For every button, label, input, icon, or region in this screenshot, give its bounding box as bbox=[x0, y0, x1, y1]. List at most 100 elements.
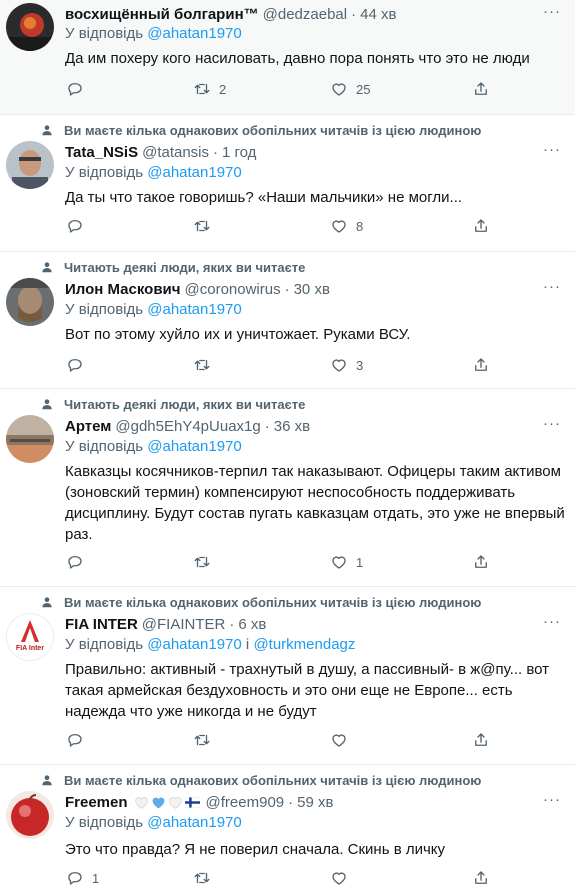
timestamp[interactable]: 1 год bbox=[222, 144, 256, 161]
like-button[interactable] bbox=[330, 869, 356, 887]
avatar[interactable] bbox=[6, 3, 54, 51]
separator-dot: · bbox=[229, 615, 235, 633]
timestamp[interactable]: 59 хв bbox=[297, 794, 333, 811]
like-button[interactable]: 25 bbox=[330, 80, 370, 98]
tweet[interactable]: восхищённый болгарин™ @dedzaebal · 44 хв… bbox=[0, 0, 575, 115]
reply-mention[interactable]: @ahatan1970 bbox=[147, 636, 241, 653]
reply-mention[interactable]: @ahatan1970 bbox=[147, 25, 241, 42]
reply-button[interactable]: 1 bbox=[66, 869, 99, 887]
share-button[interactable] bbox=[472, 217, 490, 235]
reply-mention[interactable]: @ahatan1970 bbox=[147, 438, 241, 455]
avatar[interactable] bbox=[6, 141, 54, 189]
retweet-button[interactable] bbox=[193, 217, 219, 235]
reply-icon bbox=[68, 734, 82, 747]
retweet-button[interactable] bbox=[193, 731, 219, 749]
handle[interactable]: @coronowirus bbox=[185, 281, 281, 298]
avatar[interactable]: FIA Inter bbox=[6, 613, 54, 661]
reply-button[interactable] bbox=[66, 731, 92, 749]
more-options-icon[interactable]: ··· bbox=[543, 415, 561, 432]
social-context: Читають деякі люди, яких ви читаєте bbox=[40, 258, 305, 276]
reply-prefix: У відповідь bbox=[65, 814, 144, 831]
reply-context: У відповідь @ahatan1970 bbox=[65, 301, 242, 318]
separator-dot: · bbox=[264, 417, 270, 435]
tweet[interactable]: Читають деякі люди, яких ви читаєте Арте… bbox=[0, 389, 575, 587]
share-button[interactable] bbox=[472, 869, 490, 887]
share-button[interactable] bbox=[472, 553, 490, 571]
reply-prefix: У відповідь bbox=[65, 438, 144, 455]
avatar[interactable] bbox=[6, 415, 54, 463]
separator-dot: · bbox=[288, 793, 294, 811]
separator-dot: · bbox=[351, 5, 357, 23]
display-name[interactable]: восхищённый болгарин™ bbox=[65, 6, 259, 23]
display-name[interactable]: Tata_NSiS bbox=[65, 144, 138, 161]
reply-context: У відповідь @ahatan1970 bbox=[65, 438, 242, 455]
handle[interactable]: @dedzaebal bbox=[263, 6, 347, 23]
heart-icon bbox=[332, 83, 346, 96]
like-count: 1 bbox=[356, 554, 364, 570]
timestamp[interactable]: 6 хв bbox=[238, 616, 266, 633]
share-button[interactable] bbox=[472, 80, 490, 98]
reply-prefix: У відповідь bbox=[65, 301, 144, 318]
social-context-text: Ви маєте кілька однакових обопільних чит… bbox=[64, 594, 482, 610]
social-context-text: Читають деякі люди, яких ви читаєте bbox=[64, 396, 306, 412]
like-count: 25 bbox=[356, 81, 371, 97]
more-options-icon[interactable]: ··· bbox=[543, 141, 561, 158]
display-name[interactable]: Freemen bbox=[65, 794, 128, 811]
timestamp[interactable]: 30 хв bbox=[294, 281, 330, 298]
like-button[interactable]: 8 bbox=[330, 217, 363, 235]
reply-button[interactable] bbox=[66, 356, 92, 374]
handle[interactable]: @tatansis bbox=[142, 144, 209, 161]
tweet-header: FIA INTER @FIAINTER · 6 хв bbox=[65, 613, 266, 635]
separator-dot: · bbox=[213, 143, 219, 161]
tweet-header: восхищённый болгарин™ @dedzaebal · 44 хв bbox=[65, 3, 396, 25]
handle[interactable]: @freem909 bbox=[206, 794, 285, 811]
tweet[interactable]: Ви маєте кілька однакових обопільних чит… bbox=[0, 765, 575, 887]
display-name[interactable]: Илон Маскович bbox=[65, 281, 181, 298]
retweet-button[interactable] bbox=[193, 869, 219, 887]
more-options-icon[interactable]: ··· bbox=[543, 791, 561, 808]
retweet-icon bbox=[194, 734, 210, 746]
reply-context: У відповідь @ahatan1970 bbox=[65, 814, 242, 831]
heart-icon bbox=[332, 220, 346, 233]
reply-button[interactable] bbox=[66, 217, 92, 235]
finland-flag-icon bbox=[184, 796, 200, 808]
reply-mention[interactable]: @turkmendagz bbox=[253, 636, 355, 653]
timestamp[interactable]: 44 хв bbox=[360, 6, 396, 23]
more-options-icon[interactable]: ··· bbox=[543, 278, 561, 295]
reply-button[interactable] bbox=[66, 80, 92, 98]
share-button[interactable] bbox=[472, 731, 490, 749]
share-icon bbox=[475, 871, 487, 884]
timestamp[interactable]: 36 хв bbox=[274, 418, 310, 435]
tweet-text: Правильно: активный - трахнутый в душу, … bbox=[65, 661, 549, 720]
retweet-button[interactable]: 2 bbox=[193, 80, 226, 98]
reply-mention[interactable]: @ahatan1970 bbox=[147, 814, 241, 831]
share-icon bbox=[475, 82, 487, 95]
share-button[interactable] bbox=[472, 356, 490, 374]
like-button[interactable] bbox=[330, 731, 356, 749]
like-count: 3 bbox=[356, 357, 364, 373]
display-name[interactable]: Артем bbox=[65, 418, 111, 435]
tweet[interactable]: Ви маєте кілька однакових обопільних чит… bbox=[0, 587, 575, 765]
avatar[interactable] bbox=[6, 791, 54, 839]
more-options-icon[interactable]: ··· bbox=[543, 3, 561, 20]
handle[interactable]: @FIAINTER bbox=[142, 616, 226, 633]
reply-mention[interactable]: @ahatan1970 bbox=[147, 164, 241, 181]
avatar[interactable] bbox=[6, 278, 54, 326]
tweet-text: Это что правда? Я не поверил сначала. Ск… bbox=[65, 841, 446, 858]
tweet-header: Илон Маскович @coronowirus · 30 хв bbox=[65, 278, 330, 300]
handle[interactable]: @gdh5EhY4pUuax1g bbox=[115, 418, 260, 435]
person-icon bbox=[42, 399, 52, 410]
reply-mention[interactable]: @ahatan1970 bbox=[147, 301, 241, 318]
tweet[interactable]: Читають деякі люди, яких ви читаєте Илон… bbox=[0, 252, 575, 389]
display-name[interactable]: FIA INTER bbox=[65, 616, 138, 633]
reply-icon bbox=[68, 220, 82, 233]
like-button[interactable]: 3 bbox=[330, 356, 363, 374]
reply-prefix: У відповідь bbox=[65, 164, 144, 181]
tweet[interactable]: Ви маєте кілька однакових обопільних чит… bbox=[0, 115, 575, 252]
more-options-icon[interactable]: ··· bbox=[543, 613, 561, 630]
like-button[interactable]: 1 bbox=[330, 553, 363, 571]
retweet-button[interactable] bbox=[193, 553, 219, 571]
retweet-button[interactable] bbox=[193, 356, 219, 374]
reply-button[interactable] bbox=[66, 553, 92, 571]
white-heart-icon bbox=[134, 796, 148, 809]
